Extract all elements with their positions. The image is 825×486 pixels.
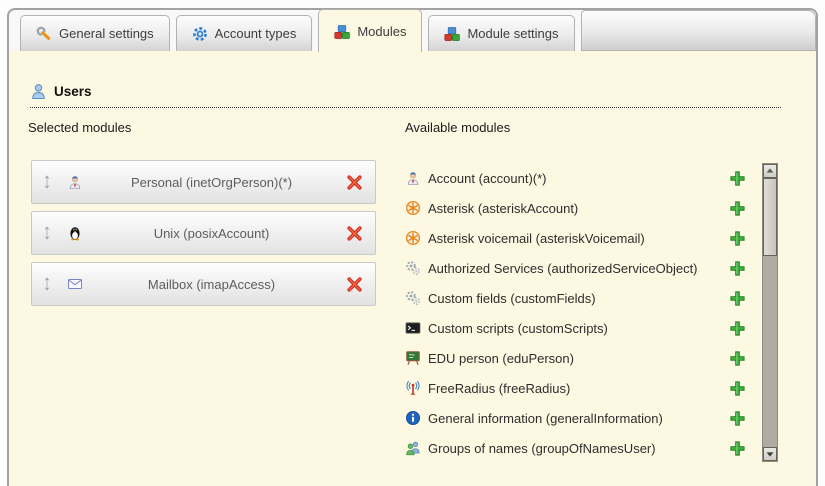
available-modules-label: Available modules bbox=[405, 120, 510, 135]
gears-icon bbox=[405, 290, 421, 306]
drag-handle-icon[interactable] bbox=[42, 174, 52, 190]
module-label: Asterisk (asteriskAccount) bbox=[428, 201, 729, 216]
module-label: Custom fields (customFields) bbox=[428, 291, 729, 306]
person-icon bbox=[405, 170, 421, 186]
penguin-icon bbox=[67, 225, 83, 241]
blocks-icon bbox=[444, 26, 460, 42]
tab-general-settings[interactable]: General settings bbox=[20, 15, 170, 51]
selected-module-mailbox[interactable]: Mailbox (imapAccess) bbox=[31, 262, 376, 306]
add-icon[interactable] bbox=[729, 350, 746, 367]
tab-modules[interactable]: Modules bbox=[318, 9, 422, 52]
terminal-icon bbox=[405, 320, 421, 336]
module-label: General information (generalInformation) bbox=[428, 411, 729, 426]
module-label: Asterisk voicemail (asteriskVoicemail) bbox=[428, 231, 729, 246]
module-label: FreeRadius (freeRadius) bbox=[428, 381, 729, 396]
section-header-users: Users bbox=[30, 83, 781, 108]
asterisk-icon bbox=[405, 230, 421, 246]
tab-label: Account types bbox=[215, 26, 297, 41]
add-icon[interactable] bbox=[729, 230, 746, 247]
add-icon[interactable] bbox=[729, 290, 746, 307]
available-module-custom-scripts: Custom scripts (customScripts) bbox=[405, 313, 746, 343]
available-module-custom-fields: Custom fields (customFields) bbox=[405, 283, 746, 313]
add-icon[interactable] bbox=[729, 170, 746, 187]
antenna-icon bbox=[405, 380, 421, 396]
tab-bar-filler bbox=[581, 10, 816, 51]
person-icon bbox=[67, 174, 83, 190]
available-module-authorized-services: Authorized Services (authorizedServiceOb… bbox=[405, 253, 746, 283]
wrench-icon bbox=[36, 26, 52, 42]
gear-icon bbox=[192, 26, 208, 42]
available-modules-scrollbar[interactable] bbox=[762, 163, 778, 462]
delete-icon[interactable] bbox=[346, 174, 363, 191]
scroll-up-arrow-icon bbox=[764, 165, 776, 177]
group-icon bbox=[405, 440, 421, 456]
available-module-general-information: General information (generalInformation) bbox=[405, 403, 746, 433]
drag-handle-icon[interactable] bbox=[42, 225, 52, 241]
available-module-account: Account (account)(*) bbox=[405, 163, 746, 193]
blocks-icon bbox=[334, 24, 350, 40]
delete-icon[interactable] bbox=[346, 276, 363, 293]
tab-account-types[interactable]: Account types bbox=[176, 15, 313, 51]
drag-handle-icon[interactable] bbox=[42, 276, 52, 292]
module-label: EDU person (eduPerson) bbox=[428, 351, 729, 366]
module-label: Account (account)(*) bbox=[428, 171, 729, 186]
info-icon bbox=[405, 410, 421, 426]
lam-configuration-screen: General settings Account types Modules M… bbox=[0, 0, 825, 486]
tab-bar: General settings Account types Modules M… bbox=[9, 10, 816, 51]
mail-icon bbox=[67, 276, 83, 292]
tab-label: Modules bbox=[357, 24, 406, 39]
available-module-groups-of-names: Groups of names (groupOfNamesUser) bbox=[405, 433, 746, 463]
tab-label: Module settings bbox=[467, 26, 558, 41]
module-label: Unix (posixAccount) bbox=[83, 226, 346, 241]
blackboard-icon bbox=[405, 350, 421, 366]
scroll-down-arrow-icon bbox=[764, 448, 776, 460]
available-module-asterisk: Asterisk (asteriskAccount) bbox=[405, 193, 746, 223]
add-icon[interactable] bbox=[729, 260, 746, 277]
add-icon[interactable] bbox=[729, 320, 746, 337]
available-module-freeradius: FreeRadius (freeRadius) bbox=[405, 373, 746, 403]
delete-icon[interactable] bbox=[346, 225, 363, 242]
add-icon[interactable] bbox=[729, 380, 746, 397]
add-icon[interactable] bbox=[729, 200, 746, 217]
add-icon[interactable] bbox=[729, 410, 746, 427]
section-title: Users bbox=[54, 84, 92, 99]
selected-modules-label: Selected modules bbox=[28, 120, 131, 135]
user-icon bbox=[30, 83, 47, 100]
available-modules-list: Account (account)(*) Asterisk (asteriskA… bbox=[405, 163, 746, 463]
selected-modules-list: Personal (inetOrgPerson)(*) Unix (posixA… bbox=[31, 160, 376, 313]
scroll-up-button[interactable] bbox=[763, 164, 777, 178]
module-label: Personal (inetOrgPerson)(*) bbox=[83, 175, 346, 190]
add-icon[interactable] bbox=[729, 440, 746, 457]
available-module-edu-person: EDU person (eduPerson) bbox=[405, 343, 746, 373]
module-label: Authorized Services (authorizedServiceOb… bbox=[428, 261, 729, 276]
module-label: Custom scripts (customScripts) bbox=[428, 321, 729, 336]
scroll-down-button[interactable] bbox=[763, 447, 777, 461]
module-label: Mailbox (imapAccess) bbox=[83, 277, 346, 292]
selected-module-unix[interactable]: Unix (posixAccount) bbox=[31, 211, 376, 255]
module-label: Groups of names (groupOfNamesUser) bbox=[428, 441, 729, 456]
available-module-asterisk-voicemail: Asterisk voicemail (asteriskVoicemail) bbox=[405, 223, 746, 253]
tab-label: General settings bbox=[59, 26, 154, 41]
scrollbar-thumb[interactable] bbox=[763, 178, 777, 256]
gears-icon bbox=[405, 260, 421, 276]
tab-module-settings[interactable]: Module settings bbox=[428, 15, 574, 51]
asterisk-icon bbox=[405, 200, 421, 216]
selected-module-personal[interactable]: Personal (inetOrgPerson)(*) bbox=[31, 160, 376, 204]
